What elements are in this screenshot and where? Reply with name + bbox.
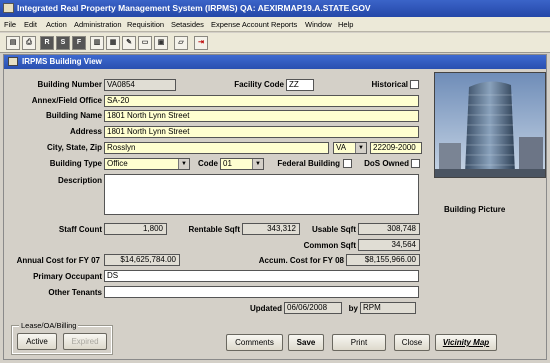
primary-occupant-label: Primary Occupant bbox=[33, 272, 102, 281]
building-picture-label: Building Picture bbox=[444, 205, 506, 214]
vicinity-map-button[interactable]: Vicinity Map bbox=[435, 334, 497, 351]
updated-date-field: 06/06/2008 bbox=[284, 302, 342, 314]
building-number-label: Building Number bbox=[37, 80, 102, 89]
code-value: 01 bbox=[223, 159, 232, 168]
annex-label: Annex/Field Office bbox=[31, 96, 102, 105]
grid-icon[interactable]: ▣ bbox=[154, 36, 168, 50]
building-photo bbox=[434, 72, 546, 178]
building-type-value: Office bbox=[107, 159, 128, 168]
building-alt-icon[interactable]: ▦ bbox=[106, 36, 120, 50]
menu-setasides[interactable]: Setasides bbox=[171, 20, 204, 29]
address-label: Address bbox=[69, 127, 102, 136]
code-select[interactable]: 01 ▼ bbox=[220, 158, 264, 170]
usable-sqft-label: Usable Sqft bbox=[311, 225, 356, 234]
state-select[interactable]: VA ▼ bbox=[333, 142, 367, 154]
other-tenants-label: Other Tenants bbox=[48, 288, 102, 297]
common-sqft-field[interactable]: 34,564 bbox=[358, 239, 420, 251]
city-field[interactable]: Rosslyn bbox=[104, 142, 329, 154]
usable-sqft-field[interactable]: 308,748 bbox=[358, 223, 420, 235]
building-type-select[interactable]: Office ▼ bbox=[104, 158, 190, 170]
federal-building-checkbox[interactable] bbox=[343, 159, 352, 168]
document-icon[interactable]: ▭ bbox=[138, 36, 152, 50]
federal-building-label: Federal Building bbox=[277, 159, 340, 168]
dos-owned-label: DoS Owned bbox=[364, 159, 409, 168]
tool-icon[interactable]: ✎ bbox=[122, 36, 136, 50]
updated-by-field: RPM bbox=[360, 302, 416, 314]
s-icon[interactable]: S bbox=[56, 36, 70, 50]
facility-code-label: Facility Code bbox=[234, 80, 284, 89]
annual-cost-label: Annual Cost for FY 07 bbox=[16, 256, 100, 265]
primary-occupant-field[interactable]: DS bbox=[104, 270, 419, 282]
updated-label: Updated bbox=[250, 304, 282, 313]
rentable-sqft-field[interactable]: 343,312 bbox=[242, 223, 300, 235]
staff-count-label: Staff Count bbox=[58, 225, 102, 234]
accum-cost-field[interactable]: $8,155,966.00 bbox=[346, 254, 420, 266]
exit-icon[interactable]: ⇥ bbox=[194, 36, 208, 50]
lease-group-label: Lease/OA/Billing bbox=[19, 321, 79, 330]
accum-cost-label: Accum. Cost for FY 08 bbox=[258, 256, 344, 265]
close-button[interactable]: Close bbox=[394, 334, 430, 351]
comments-button[interactable]: Comments bbox=[226, 334, 283, 351]
historical-checkbox[interactable] bbox=[410, 80, 419, 89]
folder-icon[interactable]: ▱ bbox=[174, 36, 188, 50]
common-sqft-label: Common Sqft bbox=[303, 241, 356, 250]
print-button[interactable]: Print bbox=[332, 334, 386, 351]
menu-requisition[interactable]: Requisition bbox=[127, 20, 164, 29]
other-tenants-field[interactable] bbox=[104, 286, 419, 298]
save-button[interactable]: Save bbox=[288, 334, 324, 351]
print-icon[interactable]: ⎙ bbox=[22, 36, 36, 50]
by-label: by bbox=[348, 304, 358, 313]
active-button[interactable]: Active bbox=[17, 333, 57, 350]
chevron-down-icon[interactable]: ▼ bbox=[355, 143, 366, 153]
building-number-field[interactable]: VA0854 bbox=[104, 79, 176, 91]
toolbar: ▤ ⎙ R S F ▥ ▦ ✎ ▭ ▣ ▱ ⇥ bbox=[0, 33, 550, 53]
address-field[interactable]: 1801 North Lynn Street bbox=[104, 126, 419, 138]
staff-count-field[interactable]: 1,800 bbox=[104, 223, 167, 235]
window-title: IRPMS Building View bbox=[22, 57, 102, 66]
window-icon bbox=[8, 57, 18, 66]
menu-expense-account[interactable]: Expense Account bbox=[211, 20, 269, 29]
rentable-sqft-label: Rentable Sqft bbox=[188, 225, 240, 234]
window-title-bar: IRPMS Building View bbox=[4, 55, 546, 69]
menu-administration[interactable]: Administration bbox=[74, 20, 122, 29]
building-name-label: Building Name bbox=[45, 111, 102, 120]
description-label: Description bbox=[57, 176, 102, 185]
menu-edit[interactable]: Edit bbox=[24, 20, 37, 29]
building-name-field[interactable]: 1801 North Lynn Street bbox=[104, 110, 419, 122]
f-icon[interactable]: F bbox=[72, 36, 86, 50]
building-icon[interactable]: ▥ bbox=[90, 36, 104, 50]
building-type-label: Building Type bbox=[49, 159, 102, 168]
building-image bbox=[435, 73, 545, 177]
app-icon bbox=[3, 3, 14, 13]
description-textarea[interactable] bbox=[104, 174, 419, 215]
chevron-down-icon[interactable]: ▼ bbox=[178, 159, 189, 169]
chevron-down-icon[interactable]: ▼ bbox=[252, 159, 263, 169]
expired-button[interactable]: Expired bbox=[63, 333, 107, 350]
historical-label: Historical bbox=[371, 80, 408, 89]
state-value: VA bbox=[336, 143, 347, 152]
menu-action[interactable]: Action bbox=[46, 20, 67, 29]
menu-file[interactable]: File bbox=[4, 20, 16, 29]
app-title: Integrated Real Property Management Syst… bbox=[17, 3, 371, 13]
city-state-zip-label: City, State, Zip bbox=[47, 143, 102, 152]
annex-field[interactable]: SA-20 bbox=[104, 95, 419, 107]
r-icon[interactable]: R bbox=[40, 36, 54, 50]
facility-code-field[interactable]: ZZ bbox=[286, 79, 314, 91]
menu-window[interactable]: Window bbox=[305, 20, 332, 29]
menu-help[interactable]: Help bbox=[338, 20, 353, 29]
code-label: Code bbox=[198, 159, 218, 168]
zip-field[interactable]: 22209-2000 bbox=[370, 142, 422, 154]
save-icon[interactable]: ▤ bbox=[6, 36, 20, 50]
dos-owned-checkbox[interactable] bbox=[411, 159, 420, 168]
menu-reports[interactable]: Reports bbox=[271, 20, 297, 29]
app-title-bar: Integrated Real Property Management Syst… bbox=[0, 0, 550, 17]
menu-bar: File Edit Action Administration Requisit… bbox=[0, 17, 550, 32]
annual-cost-field[interactable]: $14,625,784.00 bbox=[104, 254, 180, 266]
